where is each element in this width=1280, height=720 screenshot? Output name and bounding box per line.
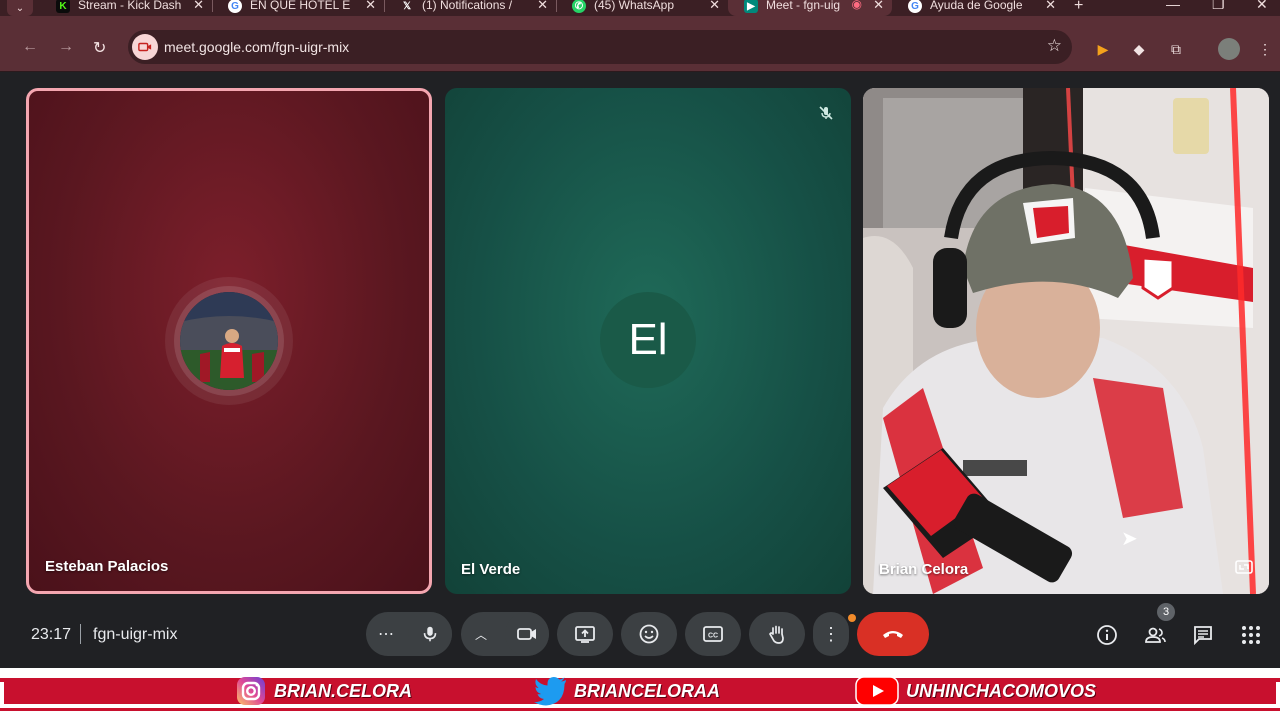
more-options-button[interactable]: ⋮ [813, 612, 849, 656]
google-icon: G [908, 0, 922, 13]
participant-tile-el-verde[interactable]: El El Verde [445, 88, 851, 594]
whatsapp-icon: ✆ [572, 0, 586, 13]
tab-google-hotel[interactable]: G EN QUE HOTEL ES ✕ [212, 0, 384, 16]
meeting-info-icon[interactable] [1094, 622, 1120, 648]
more-audio-options-icon[interactable]: ⋯ [378, 624, 394, 644]
back-icon[interactable]: ← [22, 38, 38, 56]
close-icon[interactable]: ✕ [873, 0, 884, 13]
audio-options-group: ⋯ [366, 612, 452, 656]
x-icon: 𝕏 [402, 0, 412, 12]
participant-tile-brian[interactable]: Brian Celora ➤ [863, 88, 1269, 594]
tab-label: Ayuda de Google [930, 0, 1023, 12]
recording-icon: ◉ [851, 0, 862, 11]
extension-shield-icon[interactable]: ◆ [1130, 40, 1148, 58]
tab-label: Meet - fgn-uig [766, 0, 841, 12]
more-vert-icon: ⋮ [822, 623, 840, 644]
divider [80, 624, 81, 644]
kick-icon: K [56, 0, 70, 13]
youtube-handle: UNHINCHACOMOVOS [854, 674, 1096, 708]
extension-play-icon[interactable]: ▶ [1094, 40, 1112, 58]
leave-call-button[interactable] [857, 612, 929, 656]
meeting-code: fgn-uigr-mix [93, 626, 178, 643]
banner-stripe [0, 708, 1280, 711]
close-icon[interactable]: ✕ [537, 0, 548, 13]
emoji-reaction-button[interactable] [621, 612, 677, 656]
svg-text:CC: CC [708, 633, 718, 640]
notification-dot [848, 614, 856, 622]
camera-button[interactable] [505, 612, 549, 656]
url-text[interactable]: meet.google.com/fgn-uigr-mix [164, 39, 349, 55]
twitter-handle: BRIANCELORAA [534, 674, 720, 708]
instagram-handle: BRIAN.CELORA [234, 674, 412, 708]
close-icon[interactable]: ✕ [1045, 0, 1056, 13]
raise-hand-button[interactable] [749, 612, 805, 656]
profile-avatar[interactable] [1218, 38, 1240, 60]
close-icon[interactable]: ✕ [193, 0, 204, 13]
close-window-icon[interactable]: ✕ [1256, 0, 1268, 13]
meet-icon: ▶ [744, 0, 758, 13]
social-media-banner: BRIAN.CELORA BRIANCELORAA UNHINCHACOMOVO… [0, 668, 1280, 720]
tab-label: EN QUE HOTEL ES [250, 0, 350, 12]
youtube-handle-text: UNHINCHACOMOVOS [906, 680, 1097, 701]
browser-menu-icon[interactable]: ⋮ [1256, 40, 1274, 58]
tab-label: Stream - Kick Dash [78, 0, 182, 12]
forward-icon[interactable]: → [58, 38, 74, 56]
chat-icon[interactable] [1190, 622, 1216, 648]
tab-meet[interactable]: ▶ Meet - fgn-uig ◉ ✕ [728, 0, 892, 16]
twitter-handle-text: BRIANCELORAA [574, 680, 720, 701]
minimize-icon[interactable]: — [1166, 0, 1180, 12]
avatar-initials: El [600, 292, 696, 388]
google-icon: G [228, 0, 242, 13]
activities-grid-icon[interactable] [1238, 622, 1264, 648]
tab-x-notifications[interactable]: 𝕏 (1) Notifications / ✕ [384, 0, 556, 16]
participant-name: Brian Celora [879, 561, 969, 578]
fullscreen-icon[interactable] [1233, 556, 1255, 578]
browser-toolbar: ← → ↻ meet.google.com/fgn-uigr-mix ☆ ▶ ◆… [0, 16, 1280, 72]
instagram-handle-text: BRIAN.CELORA [274, 680, 412, 701]
extensions-puzzle-icon[interactable]: ⧉ [1167, 40, 1185, 58]
tab-google-help[interactable]: G Ayuda de Google ✕ [892, 0, 1064, 16]
meeting-clock: 23:17 [31, 626, 72, 643]
mouse-cursor-icon: ➤ [1121, 528, 1138, 550]
chevron-down-icon: ⌄ [7, 0, 33, 16]
instagram-icon [234, 674, 268, 708]
present-screen-button[interactable] [557, 612, 613, 656]
meet-site-icon[interactable] [132, 34, 158, 60]
new-tab-button[interactable]: + [1074, 0, 1083, 15]
youtube-icon [854, 674, 900, 708]
chevron-up-icon[interactable]: ︿ [475, 626, 487, 643]
bookmark-star-icon[interactable]: ☆ [1047, 36, 1062, 56]
twitter-bird-icon [534, 674, 568, 708]
tab-strip: ⌄ K Stream - Kick Dash ✕ G EN QUE HOTEL … [0, 0, 1280, 16]
reload-icon[interactable]: ↻ [93, 38, 106, 58]
tab-kick[interactable]: K Stream - Kick Dash ✕ [40, 0, 212, 16]
video-feed [863, 88, 1269, 594]
mic-off-icon [815, 102, 837, 124]
tab-label: (1) Notifications / [422, 0, 513, 12]
captions-button[interactable]: CC [685, 612, 741, 656]
close-icon[interactable]: ✕ [365, 0, 376, 13]
tab-whatsapp[interactable]: ✆ (45) WhatsApp ✕ [556, 0, 728, 16]
address-bar[interactable]: meet.google.com/fgn-uigr-mix ☆ [128, 30, 1072, 64]
people-icon[interactable] [1142, 622, 1168, 648]
participant-name: El Verde [461, 561, 521, 578]
video-options-group: ︿ [461, 612, 549, 656]
speaking-ring [165, 277, 293, 405]
restore-icon[interactable]: ❐ [1212, 0, 1225, 13]
microphone-button[interactable] [408, 612, 452, 656]
participant-count-badge: 3 [1157, 603, 1175, 621]
meeting-controls: 23:17 fgn-uigr-mix ⋯ ︿ CC ⋮ 3 [0, 598, 1280, 668]
meet-stage: Esteban Palacios El El Verde Brian Celor… [0, 72, 1280, 668]
close-icon[interactable]: ✕ [709, 0, 720, 13]
tab-label: (45) WhatsApp [594, 0, 675, 12]
participant-name: Esteban Palacios [45, 558, 169, 575]
participant-tile-esteban[interactable]: Esteban Palacios [26, 88, 432, 594]
tab-search-button[interactable]: ⌄ [0, 0, 40, 16]
avatar [180, 292, 278, 390]
